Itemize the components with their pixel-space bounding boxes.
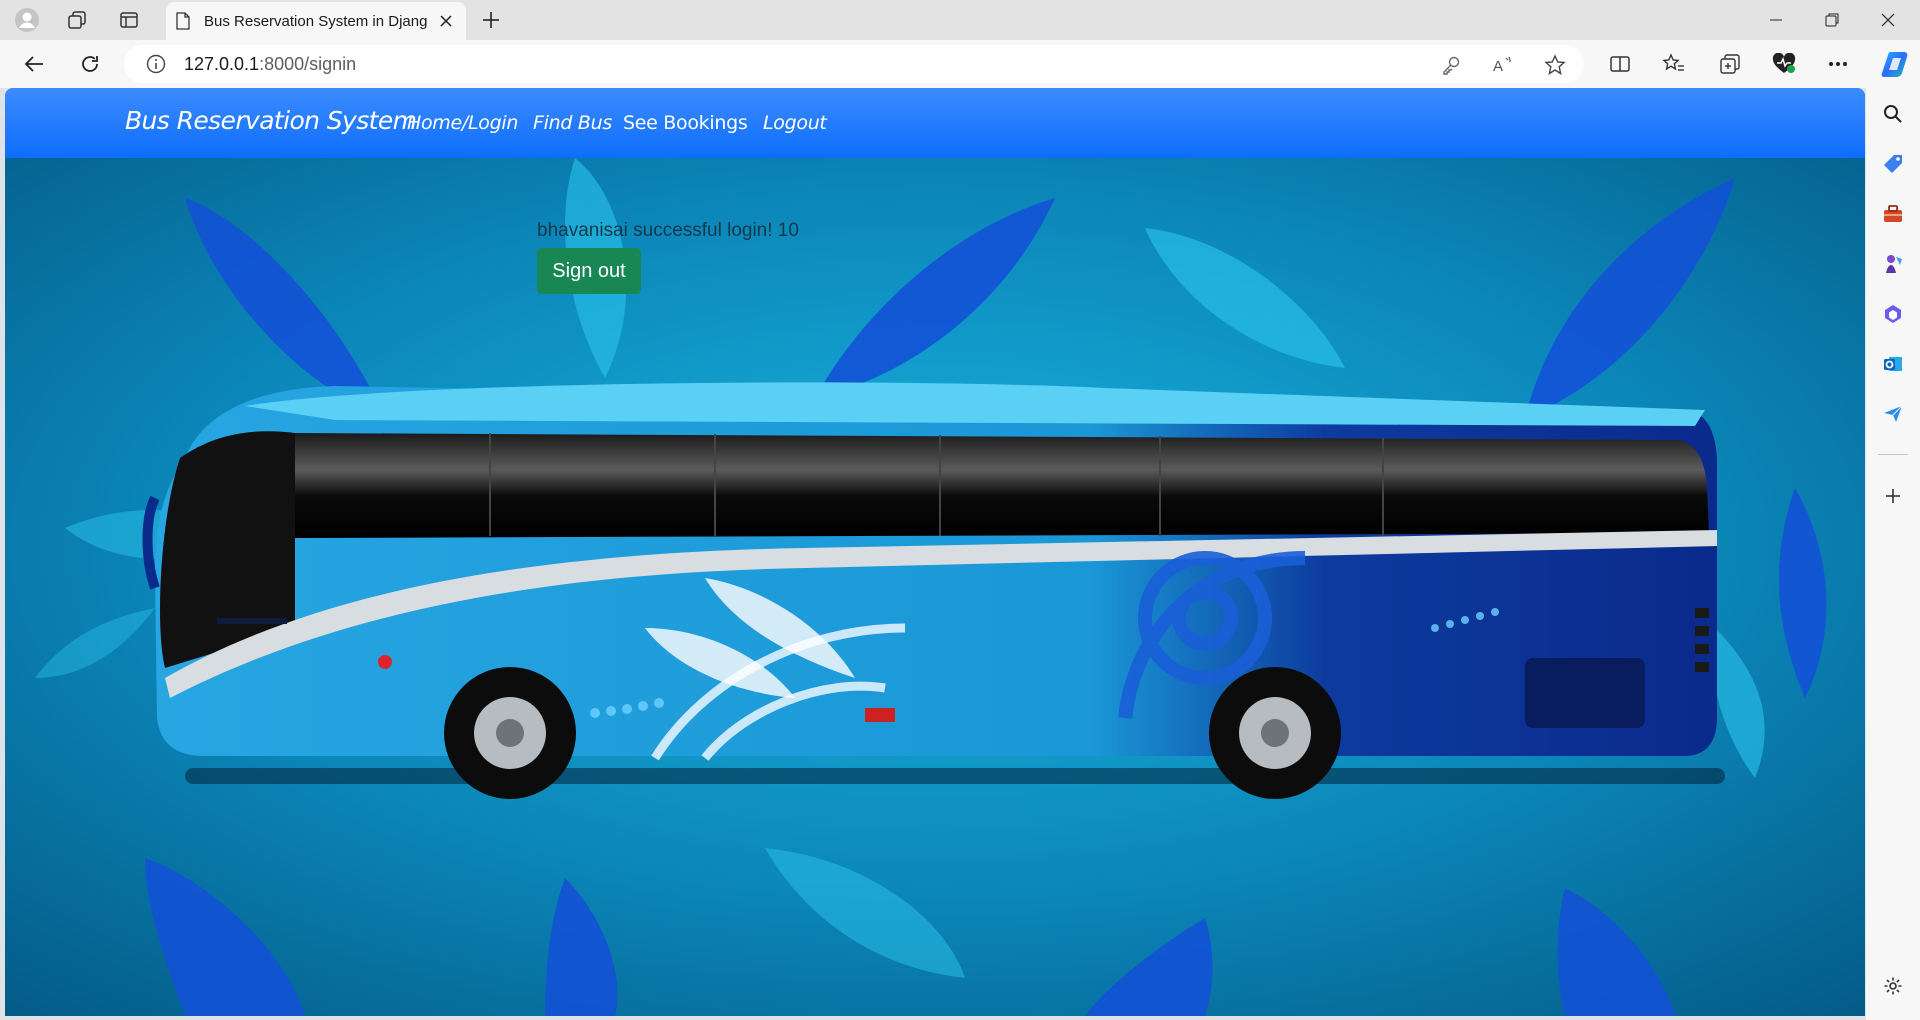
nav-see-bookings[interactable]: See Bookings bbox=[623, 112, 748, 134]
copilot-icon[interactable] bbox=[1880, 48, 1912, 80]
close-window-icon[interactable] bbox=[1860, 0, 1916, 40]
refresh-icon[interactable] bbox=[72, 48, 108, 80]
url-host: 127.0.0.1 bbox=[184, 53, 260, 74]
minimize-icon[interactable] bbox=[1748, 0, 1804, 40]
url-path: :8000/signin bbox=[259, 53, 357, 74]
collections-icon[interactable] bbox=[1716, 50, 1744, 78]
workspaces-icon[interactable] bbox=[62, 6, 92, 34]
tools-icon[interactable] bbox=[1879, 200, 1907, 228]
nav-logout[interactable]: Logout bbox=[763, 112, 827, 134]
tab-title: Bus Reservation System in Django bbox=[204, 12, 428, 30]
profile-icon[interactable] bbox=[12, 6, 42, 34]
navbar-brand[interactable]: Bus Reservation System bbox=[125, 106, 417, 135]
svg-text:A: A bbox=[1493, 58, 1503, 75]
favorites-icon[interactable] bbox=[1660, 50, 1688, 78]
address-bar: 127.0.0.1:8000/signin A bbox=[0, 40, 1920, 88]
shopping-tag-icon[interactable] bbox=[1879, 150, 1907, 178]
tab-actions-icon[interactable] bbox=[114, 6, 144, 34]
url-field[interactable]: 127.0.0.1:8000/signin A bbox=[124, 45, 1584, 83]
games-icon[interactable] bbox=[1879, 250, 1907, 278]
site-info-icon[interactable] bbox=[146, 54, 166, 74]
browser-sidebar bbox=[1866, 88, 1920, 1020]
close-tab-icon[interactable] bbox=[436, 11, 456, 31]
url-text: 127.0.0.1:8000/signin bbox=[184, 54, 356, 75]
nav-home-login[interactable]: Home/Login bbox=[407, 112, 518, 134]
send-icon[interactable] bbox=[1879, 400, 1907, 428]
search-icon[interactable] bbox=[1879, 100, 1907, 128]
front-wheel bbox=[444, 667, 576, 799]
outlook-icon[interactable] bbox=[1879, 350, 1907, 378]
more-options-icon[interactable] bbox=[1824, 50, 1852, 78]
split-screen-icon[interactable] bbox=[1606, 50, 1634, 78]
favorite-star-icon[interactable] bbox=[1544, 54, 1566, 76]
restore-icon[interactable] bbox=[1804, 0, 1860, 40]
new-tab-icon[interactable] bbox=[476, 6, 506, 34]
page-icon bbox=[176, 12, 190, 30]
bus-background-image bbox=[5, 158, 1865, 1016]
active-tab[interactable]: Bus Reservation System in Django bbox=[166, 2, 466, 40]
settings-gear-icon[interactable] bbox=[1879, 972, 1907, 1000]
rear-wheel bbox=[1209, 667, 1341, 799]
browser-essentials-icon[interactable] bbox=[1770, 50, 1798, 78]
sign-out-button[interactable]: Sign out bbox=[537, 248, 641, 294]
password-key-icon[interactable] bbox=[1440, 54, 1462, 76]
login-message: bhavanisai successful login! 10 bbox=[537, 220, 799, 241]
read-aloud-icon[interactable]: A bbox=[1492, 54, 1514, 76]
add-icon[interactable] bbox=[1879, 482, 1907, 510]
page-viewport: Bus Reservation System Home/Login Find B… bbox=[5, 88, 1865, 1016]
site-navbar: Bus Reservation System Home/Login Find B… bbox=[5, 88, 1865, 158]
tab-strip: Bus Reservation System in Django bbox=[0, 0, 1920, 40]
microsoft-365-icon[interactable] bbox=[1879, 300, 1907, 328]
back-icon[interactable] bbox=[16, 48, 52, 80]
sidebar-divider bbox=[1878, 454, 1908, 455]
nav-find-bus[interactable]: Find Bus bbox=[533, 112, 612, 134]
